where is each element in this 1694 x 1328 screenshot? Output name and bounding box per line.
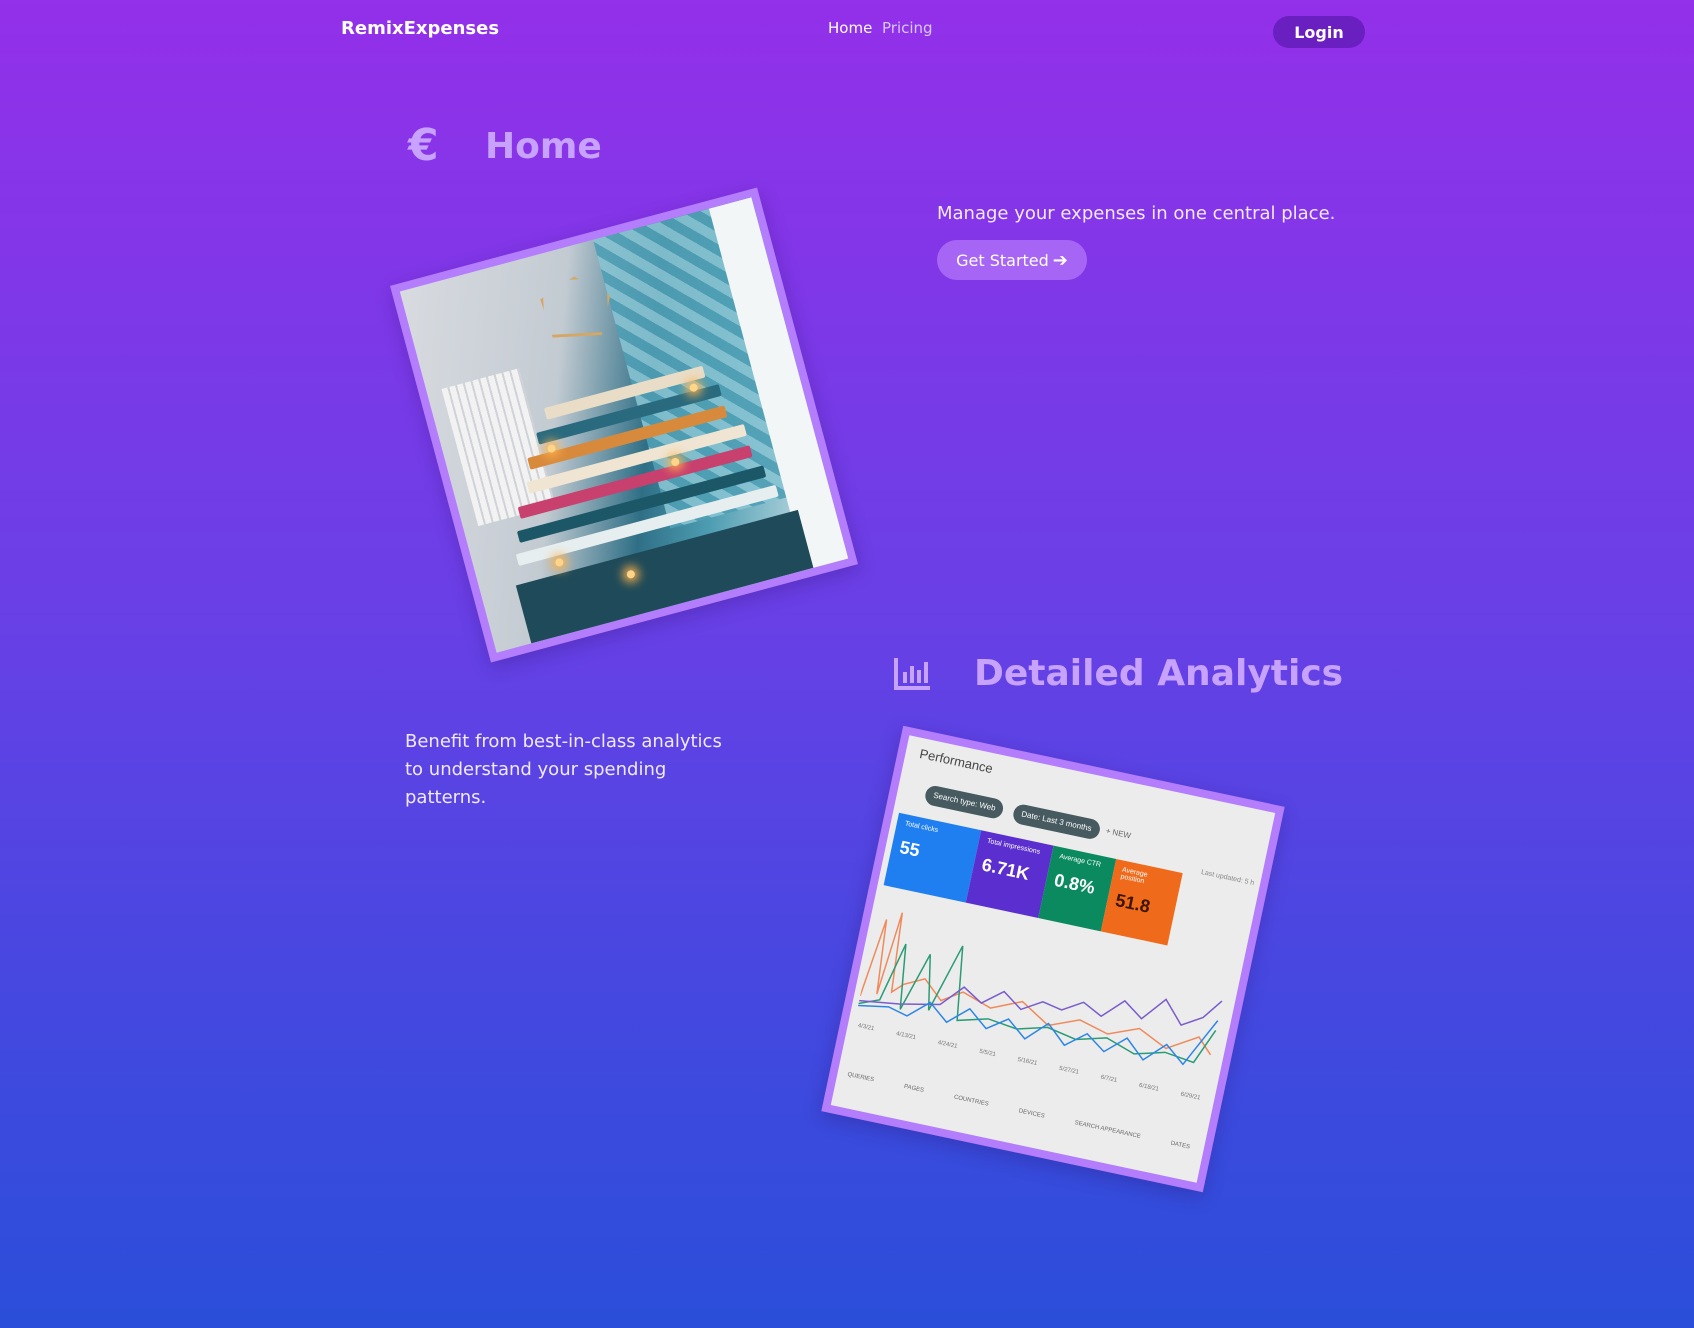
screenshot-line-graph <box>858 912 1223 1066</box>
date-tick: 6/7/21 <box>1100 1074 1118 1084</box>
euro-icon: € <box>408 120 439 171</box>
graph-line-blue <box>858 1001 1219 1066</box>
bar-chart-icon <box>894 658 930 690</box>
metric-label: Average position <box>1119 866 1149 886</box>
top-nav: RemixExpenses Home Pricing Login <box>0 0 1694 62</box>
books-photo-frame <box>390 187 858 663</box>
get-started-label: Get Started <box>956 250 1049 270</box>
metric-card: Total clicks 55 <box>883 812 982 903</box>
date-tick: 4/24/21 <box>937 1039 958 1050</box>
screenshot-chip: Date: Last 3 months <box>1011 802 1102 841</box>
screenshot-tab: DEVICES <box>1018 1108 1046 1120</box>
fairy-light-shape <box>554 557 565 568</box>
arrow-right-icon: ➔ <box>1052 249 1068 271</box>
date-tick: 5/16/21 <box>1016 1056 1038 1067</box>
home-tagline: Manage your expenses in one central plac… <box>937 203 1336 224</box>
metric-label: Total impressions <box>986 837 1041 856</box>
screenshot-chip: Search type: Web <box>923 784 1006 821</box>
screenshot-updated: Last updated: 5 h <box>1200 868 1255 888</box>
metric-value: 55 <box>897 836 922 861</box>
nav-link-home[interactable]: Home <box>828 19 872 37</box>
screenshot-tab: COUNTRIES <box>953 1094 990 1108</box>
books-photo <box>399 197 849 653</box>
graph-line-orange <box>859 912 1212 1056</box>
analytics-dashboard-photo: Performance Search type: Web Date: Last … <box>830 735 1276 1183</box>
screenshot-tab: PAGES <box>903 1083 925 1094</box>
screenshot-title: Performance <box>918 745 995 777</box>
date-tick: 6/29/21 <box>1179 1091 1201 1102</box>
lantern-shape <box>539 275 612 339</box>
date-tick: 4/3/21 <box>857 1022 875 1033</box>
home-title: Home <box>485 126 602 167</box>
graph-line-purple <box>859 986 1223 1026</box>
screenshot-tab: DATES <box>1170 1140 1191 1151</box>
get-started-button[interactable]: Get Started ➔ <box>937 240 1087 280</box>
screenshot-tab: SEARCH APPEARANCE <box>1073 1120 1142 1141</box>
date-tick: 5/27/21 <box>1058 1065 1080 1076</box>
metric-value: 51.8 <box>1113 889 1153 917</box>
metric-value: 0.8% <box>1052 869 1097 898</box>
metric-label: Average CTR <box>1058 853 1102 869</box>
metric-value: 6.71K <box>980 854 1032 884</box>
analytics-photo-frame: Performance Search type: Web Date: Last … <box>821 725 1285 1193</box>
nav-link-pricing[interactable]: Pricing <box>882 19 933 37</box>
login-button[interactable]: Login <box>1273 16 1365 48</box>
screenshot-new-label: + NEW <box>1104 826 1132 841</box>
analytics-title: Detailed Analytics <box>974 653 1344 694</box>
brand-logo[interactable]: RemixExpenses <box>341 18 499 39</box>
screenshot-tab: QUERIES <box>846 1071 875 1084</box>
date-tick: 6/18/21 <box>1138 1082 1160 1093</box>
date-tick: 5/5/21 <box>978 1048 997 1059</box>
date-tick: 4/13/21 <box>895 1031 917 1042</box>
metric-card: Average position 51.8 <box>1100 858 1183 946</box>
analytics-description: Benefit from best-in-class analytics to … <box>405 731 722 808</box>
metric-label: Total clicks <box>904 820 939 835</box>
